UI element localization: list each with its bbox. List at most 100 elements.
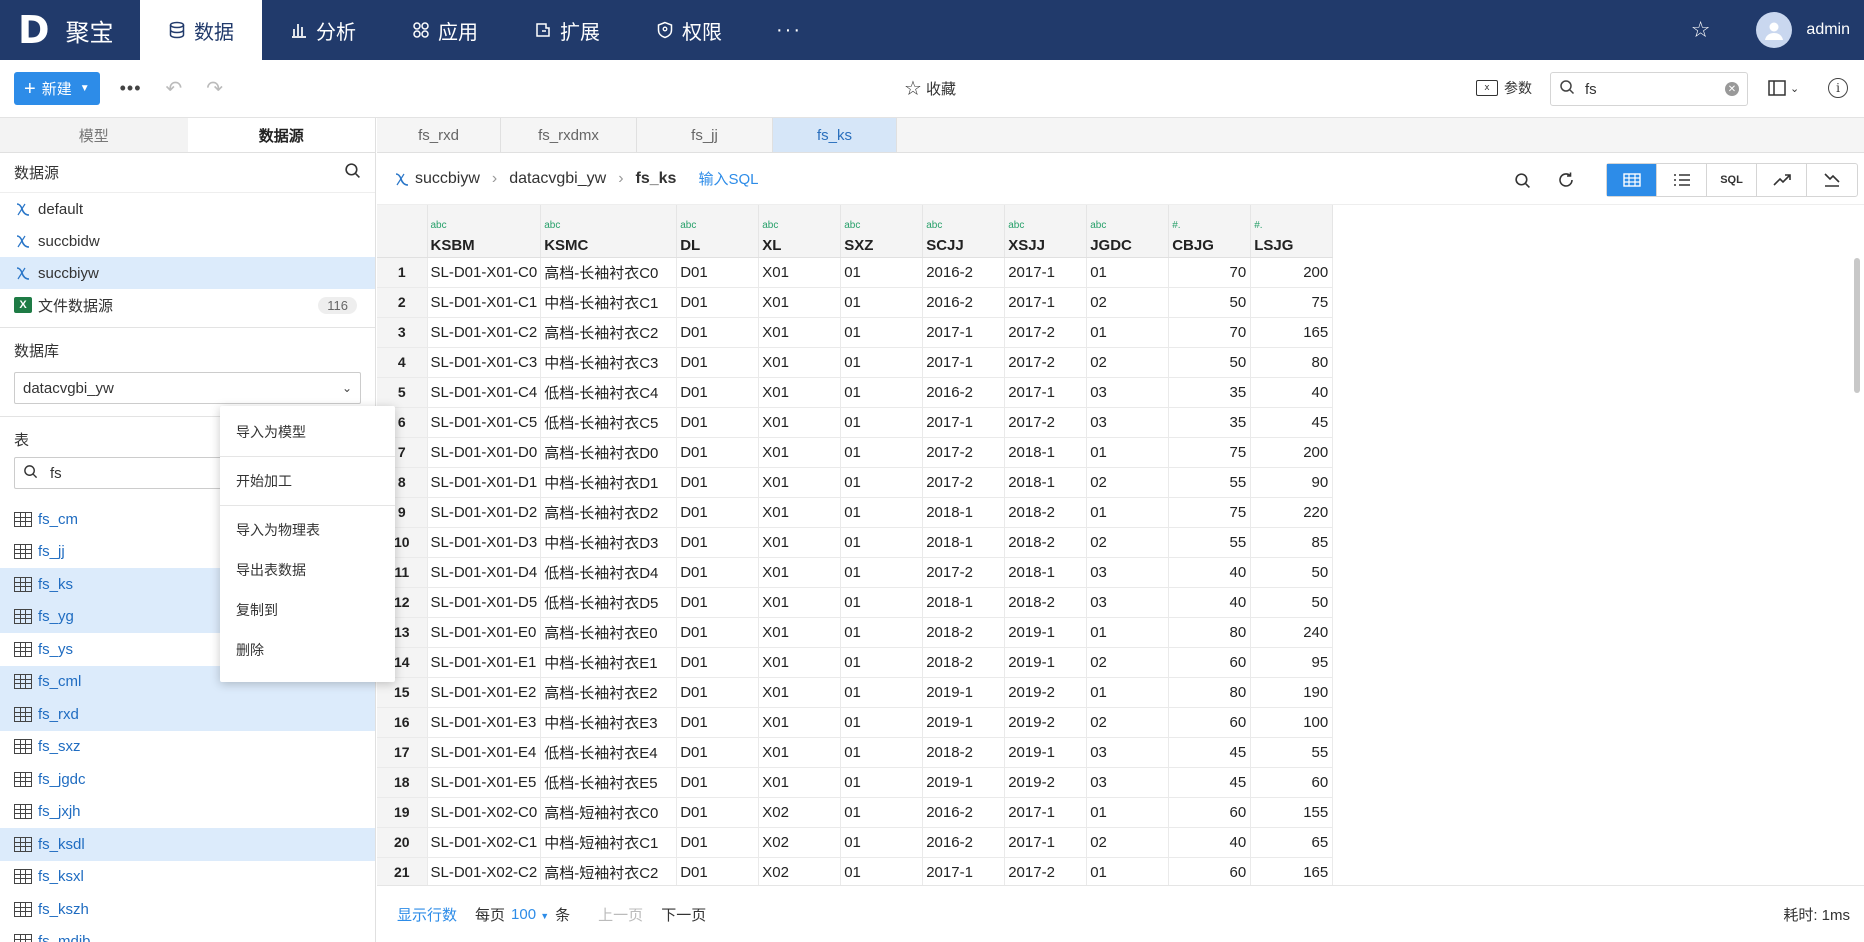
avatar[interactable]: [1756, 12, 1793, 48]
table-cell[interactable]: 中档-长袖衬衣E1: [540, 647, 678, 678]
table-cell[interactable]: SL-D01-X01-C4: [427, 377, 542, 408]
table-cell[interactable]: 40: [1168, 827, 1252, 858]
table-cell[interactable]: 60: [1168, 707, 1252, 738]
table-cell[interactable]: 200: [1250, 257, 1334, 288]
table-cell[interactable]: 2019-2: [1004, 767, 1088, 798]
star-icon[interactable]: ☆: [1691, 17, 1711, 43]
table-cell[interactable]: 90: [1250, 467, 1334, 498]
layout-toggle[interactable]: ⌄: [1768, 80, 1799, 96]
table-row[interactable]: 6 SL-D01-X01-C5 低档-长袖衬衣C5 D01 X01 01 2017-1 201…: [377, 407, 1334, 438]
table-cell[interactable]: 40: [1168, 557, 1252, 588]
clear-icon[interactable]: ✕: [1725, 82, 1739, 96]
table-cell[interactable]: 190: [1250, 677, 1334, 708]
table-item[interactable]: fs_rxd: [0, 698, 375, 731]
nav-item-permission[interactable]: 权限: [628, 0, 750, 60]
table-cell[interactable]: D01: [676, 437, 760, 468]
prev-page-button[interactable]: 上一页: [598, 904, 643, 925]
table-cell[interactable]: 45: [1250, 407, 1334, 438]
table-cell[interactable]: 低档-长袖衬衣D5: [540, 587, 678, 618]
table-cell[interactable]: D01: [676, 287, 760, 318]
table-cell[interactable]: 01: [840, 737, 924, 768]
table-cell[interactable]: 2016-2: [922, 287, 1006, 318]
table-cell[interactable]: 40: [1168, 587, 1252, 618]
table-item[interactable]: fs_mdjb: [0, 926, 375, 942]
table-cell[interactable]: X01: [758, 677, 842, 708]
table-cell[interactable]: 35: [1168, 377, 1252, 408]
table-cell[interactable]: 2019-1: [1004, 617, 1088, 648]
table-item[interactable]: fs_kszh: [0, 893, 375, 926]
table-cell[interactable]: 01: [840, 647, 924, 678]
table-cell[interactable]: 01: [1086, 617, 1170, 648]
table-row[interactable]: 3 SL-D01-X01-C2 高档-长袖衬衣C2 D01 X01 01 2017-1 201…: [377, 317, 1334, 348]
vertical-scrollbar[interactable]: [1854, 258, 1860, 393]
table-cell[interactable]: X01: [758, 737, 842, 768]
table-cell[interactable]: 2018-2: [922, 737, 1006, 768]
table-cell[interactable]: 2018-2: [922, 617, 1006, 648]
table-cell[interactable]: 02: [1086, 527, 1170, 558]
table-row[interactable]: 8 SL-D01-X01-D1 中档-长袖衬衣D1 D01 X01 01 2017-2 201…: [377, 467, 1334, 498]
table-cell[interactable]: 55: [1250, 737, 1334, 768]
table-cell[interactable]: 2018-1: [1004, 437, 1088, 468]
table-cell[interactable]: 2018-2: [1004, 527, 1088, 558]
table-cell[interactable]: SL-D01-X01-E4: [427, 737, 542, 768]
table-cell[interactable]: 01: [840, 527, 924, 558]
input-sql-link[interactable]: 输入SQL: [698, 168, 758, 189]
table-cell[interactable]: 2017-1: [922, 407, 1006, 438]
table-row[interactable]: 16 SL-D01-X01-E3 中档-长袖衬衣E3 D01 X01 01 2019-1 20…: [377, 707, 1334, 738]
menu-item-start-processing[interactable]: 开始加工: [220, 461, 395, 501]
table-cell[interactable]: D01: [676, 827, 760, 858]
search-icon[interactable]: [1508, 166, 1536, 194]
table-cell[interactable]: 01: [840, 827, 924, 858]
nav-item-analysis[interactable]: 分析: [262, 0, 384, 60]
params-button[interactable]: x 参数: [1476, 78, 1532, 98]
refresh-icon[interactable]: [1552, 166, 1580, 194]
table-row[interactable]: 4 SL-D01-X01-C3 中档-长袖衬衣C3 D01 X01 01 2017-1 201…: [377, 347, 1334, 378]
menu-item-copy-to[interactable]: 复制到: [220, 590, 395, 630]
table-cell[interactable]: 高档-短袖衬衣C2: [540, 857, 678, 885]
table-cell[interactable]: D01: [676, 347, 760, 378]
table-cell[interactable]: X01: [758, 347, 842, 378]
table-cell[interactable]: 低档-长袖衬衣D4: [540, 557, 678, 588]
table-row[interactable]: 10 SL-D01-X01-D3 中档-长袖衬衣D3 D01 X01 01 2018-1 20…: [377, 527, 1334, 558]
next-page-button[interactable]: 下一页: [661, 904, 706, 925]
table-cell[interactable]: 165: [1250, 857, 1334, 885]
table-cell[interactable]: SL-D01-X01-C1: [427, 287, 542, 318]
table-cell[interactable]: 65: [1250, 827, 1334, 858]
menu-item-import-physical[interactable]: 导入为物理表: [220, 510, 395, 550]
table-cell[interactable]: 220: [1250, 497, 1334, 528]
table-cell[interactable]: 01: [840, 497, 924, 528]
table-cell[interactable]: 01: [840, 857, 924, 885]
table-cell[interactable]: 2017-1: [922, 857, 1006, 885]
table-cell[interactable]: 高档-短袖衬衣C0: [540, 797, 678, 828]
table-cell[interactable]: 01: [840, 407, 924, 438]
table-cell[interactable]: 01: [840, 317, 924, 348]
table-cell[interactable]: 80: [1168, 617, 1252, 648]
table-cell[interactable]: SL-D01-X01-E3: [427, 707, 542, 738]
table-cell[interactable]: D01: [676, 647, 760, 678]
table-cell[interactable]: 2019-2: [1004, 677, 1088, 708]
table-cell[interactable]: X01: [758, 377, 842, 408]
table-cell[interactable]: X01: [758, 437, 842, 468]
table-cell[interactable]: 01: [840, 557, 924, 588]
table-cell[interactable]: 01: [1086, 797, 1170, 828]
table-cell[interactable]: 2017-2: [922, 437, 1006, 468]
table-cell[interactable]: X01: [758, 587, 842, 618]
column-header[interactable]: abc KSBM: [427, 205, 542, 258]
table-cell[interactable]: 2019-1: [1004, 737, 1088, 768]
table-cell[interactable]: 2018-1: [922, 587, 1006, 618]
table-cell[interactable]: 80: [1168, 677, 1252, 708]
table-cell[interactable]: X01: [758, 767, 842, 798]
table-cell[interactable]: 2017-2: [1004, 407, 1088, 438]
table-cell[interactable]: 60: [1250, 767, 1334, 798]
table-cell[interactable]: 2018-2: [922, 647, 1006, 678]
column-header[interactable]: abc XL: [758, 205, 842, 258]
table-cell[interactable]: 03: [1086, 407, 1170, 438]
table-cell[interactable]: 2017-1: [1004, 257, 1088, 288]
table-cell[interactable]: 低档-长袖衬衣C5: [540, 407, 678, 438]
table-row[interactable]: 20 SL-D01-X02-C1 中档-短袖衬衣C1 D01 X02 01 2016-2 20…: [377, 827, 1334, 858]
table-cell[interactable]: 2019-1: [922, 707, 1006, 738]
table-cell[interactable]: 高档-长袖衬衣E0: [540, 617, 678, 648]
menu-item-import-model[interactable]: 导入为模型: [220, 412, 395, 452]
table-row[interactable]: 7 SL-D01-X01-D0 高档-长袖衬衣D0 D01 X01 01 2017-2 201…: [377, 437, 1334, 468]
table-cell[interactable]: 55: [1168, 527, 1252, 558]
